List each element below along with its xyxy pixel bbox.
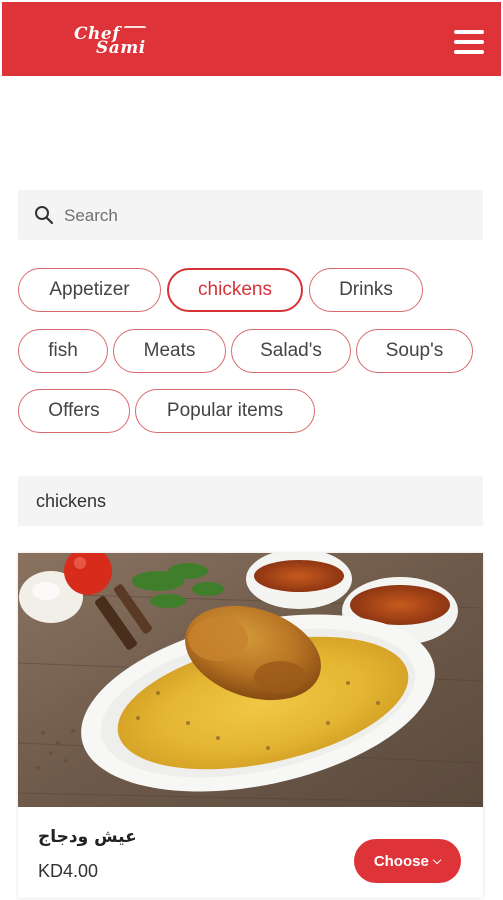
choose-button[interactable]: Choose ⌵ — [354, 839, 461, 883]
category-label: chickens — [198, 279, 272, 300]
category-label: Meats — [143, 340, 196, 361]
category-drinks[interactable]: Drinks — [309, 268, 423, 312]
menu-bar — [454, 40, 484, 44]
logo-text-line2: Sami — [96, 38, 146, 58]
category-appetizer[interactable]: Appetizer — [18, 268, 161, 312]
food-photo — [18, 553, 483, 807]
category-label: Soup's — [385, 340, 444, 361]
chef-sami-logo[interactable]: Chef Sami — [72, 20, 162, 62]
category-salads[interactable]: Salad's — [231, 329, 351, 373]
category-soups[interactable]: Soup's — [356, 329, 473, 373]
item-name: عيش ودجاج — [38, 827, 137, 847]
menu-item-card[interactable]: عيش ودجاج KD4.00 Choose ⌵ — [18, 553, 483, 898]
search-bar[interactable] — [18, 190, 483, 240]
app-header: Chef Sami — [2, 2, 501, 76]
section-title: chickens — [18, 476, 483, 526]
section-title-text: chickens — [36, 490, 107, 511]
hamburger-menu-icon[interactable] — [454, 30, 484, 54]
search-icon — [35, 206, 54, 225]
category-label: fish — [48, 340, 78, 361]
item-price: KD4.00 — [38, 861, 99, 881]
category-offers[interactable]: Offers — [18, 389, 130, 433]
category-popular-items[interactable]: Popular items — [135, 389, 315, 433]
menu-bar — [454, 30, 484, 34]
category-label: Drinks — [339, 279, 393, 300]
category-chickens[interactable]: chickens — [167, 268, 303, 312]
chevron-down-icon: ⌵ — [432, 854, 442, 867]
category-meats[interactable]: Meats — [113, 329, 226, 373]
logo-hat-mark — [124, 26, 146, 32]
category-label: Salad's — [260, 340, 322, 361]
search-input[interactable] — [62, 200, 466, 232]
category-label: Popular items — [166, 400, 284, 421]
menu-bar — [454, 50, 484, 54]
category-label: Offers — [48, 400, 100, 421]
category-label: Appetizer — [49, 279, 130, 300]
category-fish[interactable]: fish — [18, 329, 108, 373]
choose-button-label: Choose — [373, 852, 429, 870]
